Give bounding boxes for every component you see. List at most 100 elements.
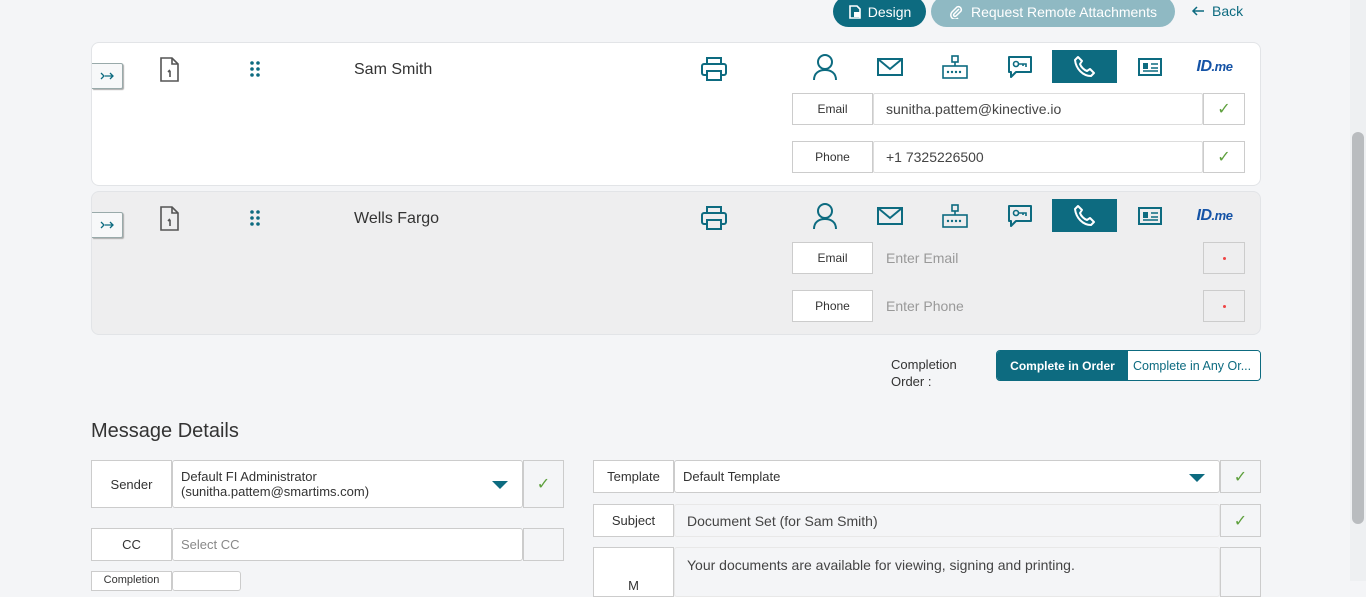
paperclip-icon xyxy=(950,5,963,19)
sender-value-line2: (sunitha.pattem@smartims.com) xyxy=(181,484,370,499)
sender-status: ✓ xyxy=(523,460,564,508)
email-row: Email Enter Email xyxy=(792,242,1245,274)
expand-toggle-button[interactable] xyxy=(92,63,123,89)
auth-user-button[interactable] xyxy=(792,50,857,83)
message-label: M xyxy=(593,547,674,597)
user-icon xyxy=(812,202,837,229)
subject-row: Subject Document Set (for Sam Smith) ✓ xyxy=(593,504,1261,537)
back-label: Back xyxy=(1212,3,1244,19)
message-details-title: Message Details xyxy=(91,420,239,442)
subject-field[interactable]: Document Set (for Sam Smith) xyxy=(674,504,1220,537)
scrollbar-thumb[interactable] xyxy=(1352,132,1364,524)
required-dot-icon xyxy=(1222,304,1226,308)
auth-phone-button[interactable] xyxy=(1052,199,1117,232)
auth-id-card-button[interactable] xyxy=(1117,50,1182,83)
id-card-icon xyxy=(1137,57,1162,76)
checkmark-icon: ✓ xyxy=(1217,101,1231,118)
kba-icon xyxy=(941,54,968,79)
auth-kba-button[interactable] xyxy=(922,50,987,83)
phone-row: Phone Enter Phone xyxy=(792,290,1245,322)
design-label: Design xyxy=(867,3,912,20)
required-dot-icon xyxy=(1222,256,1226,260)
template-status: ✓ xyxy=(1220,460,1261,493)
cc-select[interactable]: Select CC xyxy=(172,528,523,561)
auth-id-card-button[interactable] xyxy=(1117,199,1182,232)
idme-logo: ID.me xyxy=(1196,57,1233,75)
expand-arrow-icon xyxy=(100,72,114,80)
chevron-down-icon xyxy=(1189,473,1205,482)
request-remote-attachments-button[interactable]: Request Remote Attachments xyxy=(931,0,1175,27)
phone-label: Phone xyxy=(792,290,873,322)
template-select[interactable]: Default Template xyxy=(674,460,1220,493)
phone-row: Phone +1 7325226500 ✓ xyxy=(792,141,1245,173)
envelope-icon xyxy=(876,57,903,76)
auth-kba-button[interactable] xyxy=(922,199,987,232)
drag-handle-icon[interactable] xyxy=(248,209,262,232)
design-doc-icon xyxy=(848,4,861,19)
back-button[interactable]: Back xyxy=(1190,0,1243,22)
email-field[interactable]: Enter Email xyxy=(873,242,1203,274)
expand-toggle-button[interactable] xyxy=(92,212,123,238)
auth-sms-button[interactable] xyxy=(987,199,1052,232)
email-row: Email sunitha.pattem@kinective.io ✓ xyxy=(792,93,1245,125)
recipient-card: Sam Smith ID.me Email sunitha.pattem@kin… xyxy=(91,42,1261,186)
chat-key-icon xyxy=(1007,55,1032,78)
idme-logo: ID.me xyxy=(1196,206,1233,224)
auth-email-button[interactable] xyxy=(857,199,922,232)
completion-label: Completion xyxy=(91,571,172,591)
chat-key-icon xyxy=(1007,204,1032,227)
completion-select[interactable] xyxy=(172,571,241,591)
sender-select[interactable]: Default FI Administrator (sunitha.pattem… xyxy=(172,460,523,508)
cc-placeholder: Select CC xyxy=(181,537,240,552)
phone-field[interactable]: Enter Phone xyxy=(873,290,1203,322)
drag-handle-icon[interactable] xyxy=(248,60,262,83)
message-status xyxy=(1220,547,1261,597)
page-scrollbar[interactable] xyxy=(1350,0,1366,581)
complete-in-order-button[interactable]: Complete in Order xyxy=(997,351,1128,380)
auth-phone-button[interactable] xyxy=(1052,50,1117,83)
checkmark-icon: ✓ xyxy=(536,476,551,493)
email-field[interactable]: sunitha.pattem@kinective.io xyxy=(873,93,1203,125)
phone-icon xyxy=(1073,204,1095,226)
auth-email-button[interactable] xyxy=(857,50,922,83)
checkmark-icon: ✓ xyxy=(1233,512,1248,530)
auth-idme-button[interactable]: ID.me xyxy=(1182,199,1247,232)
user-icon xyxy=(812,53,837,80)
auth-method-toolbar: ID.me xyxy=(792,199,1247,232)
sender-row: Sender Default FI Administrator (sunitha… xyxy=(91,460,564,508)
chevron-down-icon xyxy=(492,481,508,489)
printer-icon[interactable] xyxy=(700,56,728,87)
expand-arrow-icon xyxy=(100,221,114,229)
id-card-icon xyxy=(1137,206,1162,225)
remote-label: Request Remote Attachments xyxy=(971,3,1157,20)
phone-status: ✓ xyxy=(1203,141,1245,173)
cc-label: CC xyxy=(91,528,172,561)
design-button[interactable]: Design xyxy=(833,0,926,27)
message-row: M Your documents are available for viewi… xyxy=(593,547,1261,597)
subject-label: Subject xyxy=(593,504,674,537)
cc-status xyxy=(523,528,564,561)
phone-icon xyxy=(1073,55,1095,77)
auth-idme-button[interactable]: ID.me xyxy=(1182,50,1247,83)
email-label: Email xyxy=(792,93,873,125)
checkmark-icon: ✓ xyxy=(1217,149,1231,166)
email-status: ✓ xyxy=(1203,93,1245,125)
document-icon[interactable] xyxy=(159,206,181,237)
printer-icon[interactable] xyxy=(700,205,728,236)
document-icon[interactable] xyxy=(159,57,181,88)
completion-row: Completion xyxy=(91,571,241,591)
phone-field[interactable]: +1 7325226500 xyxy=(873,141,1203,173)
email-label: Email xyxy=(792,242,873,274)
sender-value-line1: Default FI Administrator xyxy=(181,469,317,484)
auth-sms-button[interactable] xyxy=(987,50,1052,83)
subject-status: ✓ xyxy=(1220,504,1261,537)
auth-method-toolbar: ID.me xyxy=(792,50,1247,83)
envelope-icon xyxy=(876,206,903,225)
complete-any-order-button[interactable]: Complete in Any Or... xyxy=(1128,351,1260,380)
message-field[interactable]: Your documents are available for viewing… xyxy=(674,547,1220,597)
arrow-left-icon xyxy=(1191,6,1204,16)
email-required-indicator xyxy=(1203,242,1245,274)
cc-row: CC Select CC xyxy=(91,528,564,561)
auth-user-button[interactable] xyxy=(792,199,857,232)
recipient-name: Wells Fargo xyxy=(354,210,440,227)
